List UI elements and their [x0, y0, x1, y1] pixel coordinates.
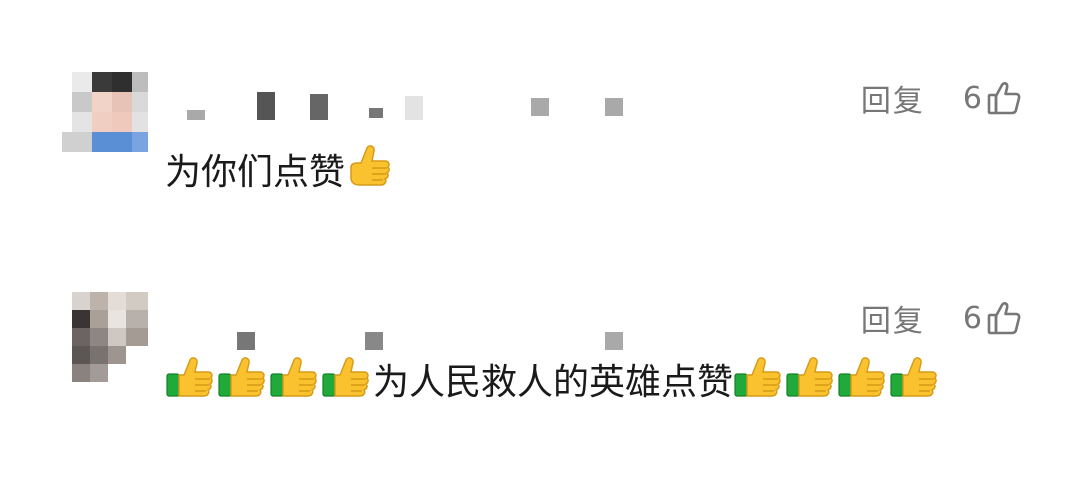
like-thumb-outline-icon[interactable]: [986, 300, 1022, 336]
thumbs-up-cuff-icon: [217, 352, 269, 404]
thumbs-up-cuff-icon: [837, 352, 889, 404]
thumbs-up-cuff-icon: [889, 352, 941, 404]
comment-actions: 回复 6: [861, 76, 1022, 120]
comment-item: 回复 6 为人民救人的英雄点赞: [0, 292, 1080, 422]
comment-text: 为你们点赞: [165, 142, 393, 197]
thumbs-up-cuff-icon: [733, 352, 785, 404]
thumbs-up-cuff-icon: [785, 352, 837, 404]
avatar[interactable]: [62, 72, 148, 158]
leading-emojis: [165, 357, 373, 403]
reply-button[interactable]: 回复: [861, 76, 925, 120]
comment-item: 回复 6 为你们点赞: [0, 72, 1080, 222]
trailing-emojis: [733, 357, 941, 403]
username-redacted: [165, 90, 635, 120]
comment-body: 为人民救人的英雄点赞: [373, 362, 734, 403]
username-redacted: [165, 310, 635, 350]
like-thumb-outline-icon[interactable]: [986, 80, 1022, 116]
thumbs-up-cuff-icon: [165, 352, 217, 404]
thumbs-up-icon: [343, 142, 395, 194]
reply-button[interactable]: 回复: [861, 296, 925, 340]
thumbs-up-cuff-icon: [269, 352, 321, 404]
thumbs-up-cuff-icon: [321, 352, 373, 404]
comment-body: 为你们点赞: [165, 152, 346, 193]
avatar[interactable]: [72, 292, 148, 382]
comment-text: 为人民救人的英雄点赞: [165, 352, 941, 407]
comment-actions: 回复 6: [861, 296, 1022, 340]
like-count: 6: [962, 300, 982, 336]
like-count: 6: [962, 80, 982, 116]
